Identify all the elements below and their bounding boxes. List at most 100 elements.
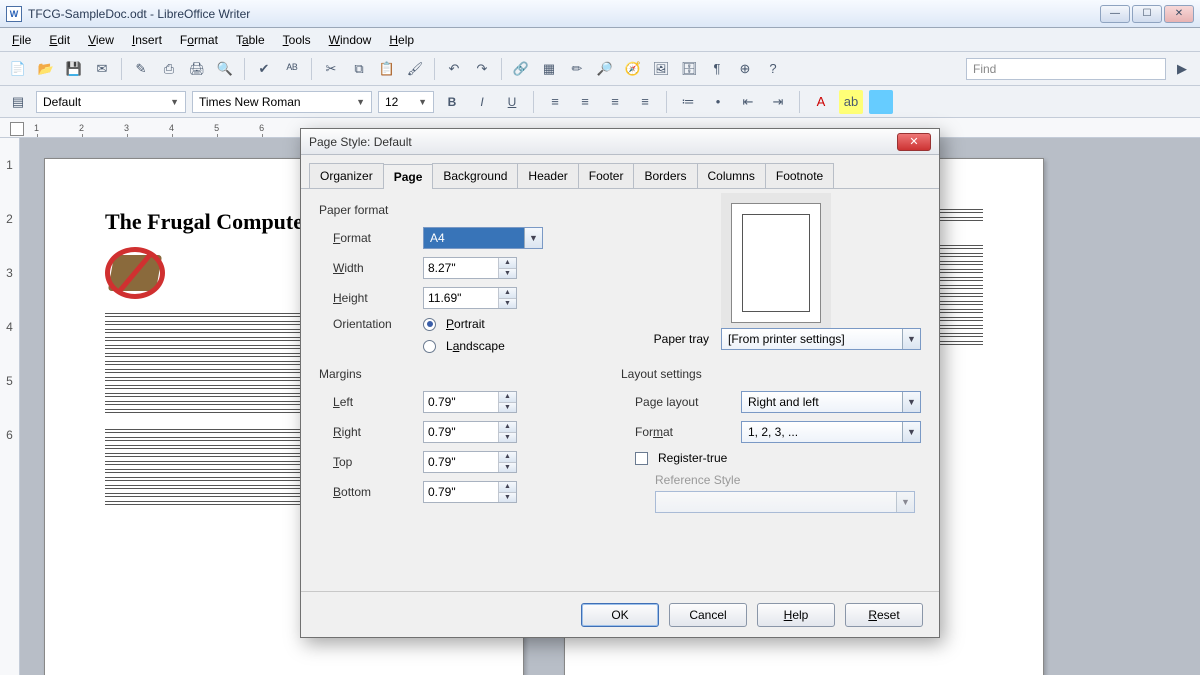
menu-window[interactable]: Window (321, 30, 380, 50)
ok-button[interactable]: OK (581, 603, 659, 627)
nonprinting-icon[interactable]: ¶ (705, 57, 729, 81)
spin-down-icon[interactable]: ▼ (499, 269, 516, 279)
close-button[interactable]: ✕ (1164, 5, 1194, 23)
minimize-button[interactable]: — (1100, 5, 1130, 23)
height-spinner[interactable]: 11.69" ▲▼ (423, 287, 517, 309)
register-true-label[interactable]: Register-true (658, 451, 727, 465)
align-center-icon[interactable]: ≡ (573, 90, 597, 114)
dialog-close-button[interactable]: ✕ (897, 133, 931, 151)
cut-icon[interactable]: ✂ (319, 57, 343, 81)
spin-up-icon[interactable]: ▲ (499, 288, 516, 299)
numbering-icon[interactable]: ≔ (676, 90, 700, 114)
font-name-combo[interactable]: Times New Roman▼ (192, 91, 372, 113)
edit-doc-icon[interactable]: ✎ (129, 57, 153, 81)
table-icon[interactable]: ▦ (537, 57, 561, 81)
spin-down-icon[interactable]: ▼ (499, 433, 516, 443)
spin-up-icon[interactable]: ▲ (499, 392, 516, 403)
find-next-icon[interactable]: ▶ (1170, 57, 1194, 81)
tab-page[interactable]: Page (383, 164, 434, 189)
highlight-icon[interactable]: ab (839, 90, 863, 114)
spin-up-icon[interactable]: ▲ (499, 482, 516, 493)
paper-tray-select[interactable]: [From printer settings] ▼ (721, 328, 921, 350)
margin-bottom-spinner[interactable]: 0.79"▲▼ (423, 481, 517, 503)
datasources-icon[interactable]: 🗄 (677, 57, 701, 81)
spin-up-icon[interactable]: ▲ (499, 422, 516, 433)
menu-view[interactable]: View (80, 30, 122, 50)
margin-left-spinner[interactable]: 0.79"▲▼ (423, 391, 517, 413)
bullets-icon[interactable]: • (706, 90, 730, 114)
italic-icon[interactable]: I (470, 90, 494, 114)
drawing-icon[interactable]: ✏ (565, 57, 589, 81)
autospell-icon[interactable]: ᴬᴮ (280, 57, 304, 81)
menu-insert[interactable]: Insert (124, 30, 170, 50)
menu-tools[interactable]: Tools (275, 30, 319, 50)
tab-organizer[interactable]: Organizer (309, 163, 384, 188)
spin-down-icon[interactable]: ▼ (499, 299, 516, 309)
menu-help[interactable]: Help (381, 30, 422, 50)
hyperlink-icon[interactable]: 🔗 (509, 57, 533, 81)
undo-icon[interactable]: ↶ (442, 57, 466, 81)
menu-format[interactable]: Format (172, 30, 226, 50)
font-color-icon[interactable]: A (809, 90, 833, 114)
find-toolbar-input[interactable]: Find (966, 58, 1166, 80)
page-layout-select[interactable]: Right and left ▼ (741, 391, 921, 413)
format-paint-icon[interactable]: 🖌 (403, 57, 427, 81)
bold-icon[interactable]: B (440, 90, 464, 114)
spin-down-icon[interactable]: ▼ (499, 463, 516, 473)
copy-icon[interactable]: ⧉ (347, 57, 371, 81)
new-doc-icon[interactable]: 📄 (6, 57, 30, 81)
vertical-ruler[interactable]: 1 2 3 4 5 6 (0, 138, 20, 675)
tab-footnote[interactable]: Footnote (765, 163, 834, 188)
align-left-icon[interactable]: ≡ (543, 90, 567, 114)
spin-down-icon[interactable]: ▼ (499, 493, 516, 503)
save-icon[interactable]: 💾 (62, 57, 86, 81)
number-format-select[interactable]: 1, 2, 3, ... ▼ (741, 421, 921, 443)
font-size-combo[interactable]: 12▼ (378, 91, 434, 113)
styles-icon[interactable]: ▤ (6, 90, 30, 114)
help-button[interactable]: Help (757, 603, 835, 627)
tab-background[interactable]: Background (432, 163, 518, 188)
paper-format-select[interactable]: A4 ▼ (423, 227, 543, 249)
spin-up-icon[interactable]: ▲ (499, 258, 516, 269)
cancel-button[interactable]: Cancel (669, 603, 747, 627)
vruler-tick: 4 (6, 320, 13, 334)
tab-columns[interactable]: Columns (697, 163, 766, 188)
email-icon[interactable]: ✉ (90, 57, 114, 81)
bgcolor-icon[interactable] (869, 90, 893, 114)
dialog-titlebar[interactable]: Page Style: Default ✕ (301, 129, 939, 155)
spin-up-icon[interactable]: ▲ (499, 452, 516, 463)
underline-icon[interactable]: U (500, 90, 524, 114)
open-icon[interactable]: 📂 (34, 57, 58, 81)
gallery-icon[interactable]: 🖼 (649, 57, 673, 81)
tab-borders[interactable]: Borders (633, 163, 697, 188)
menu-table[interactable]: Table (228, 30, 273, 50)
spellcheck-icon[interactable]: ✔ (252, 57, 276, 81)
pdf-export-icon[interactable]: ⎙ (157, 57, 181, 81)
menu-edit[interactable]: Edit (41, 30, 78, 50)
align-right-icon[interactable]: ≡ (603, 90, 627, 114)
paper-format-value: A4 (430, 231, 445, 245)
indent-dec-icon[interactable]: ⇤ (736, 90, 760, 114)
register-true-checkbox[interactable] (635, 452, 648, 465)
indent-inc-icon[interactable]: ⇥ (766, 90, 790, 114)
redo-icon[interactable]: ↷ (470, 57, 494, 81)
maximize-button[interactable]: ☐ (1132, 5, 1162, 23)
find-replace-icon[interactable]: 🔎 (593, 57, 617, 81)
paste-icon[interactable]: 📋 (375, 57, 399, 81)
tab-header[interactable]: Header (517, 163, 578, 188)
help-icon[interactable]: ? (761, 57, 785, 81)
navigator-icon[interactable]: 🧭 (621, 57, 645, 81)
preview-icon[interactable]: 🔍 (213, 57, 237, 81)
zoom-icon[interactable]: ⊕ (733, 57, 757, 81)
menu-file[interactable]: File (4, 30, 39, 50)
print-icon[interactable]: 🖨 (185, 57, 209, 81)
paragraph-style-combo[interactable]: Default▼ (36, 91, 186, 113)
margin-right-spinner[interactable]: 0.79"▲▼ (423, 421, 517, 443)
tab-footer[interactable]: Footer (578, 163, 635, 188)
reference-style-label: Reference Style (655, 473, 740, 487)
align-justify-icon[interactable]: ≡ (633, 90, 657, 114)
width-spinner[interactable]: 8.27" ▲▼ (423, 257, 517, 279)
reset-button[interactable]: Reset (845, 603, 923, 627)
margin-top-spinner[interactable]: 0.79"▲▼ (423, 451, 517, 473)
spin-down-icon[interactable]: ▼ (499, 403, 516, 413)
